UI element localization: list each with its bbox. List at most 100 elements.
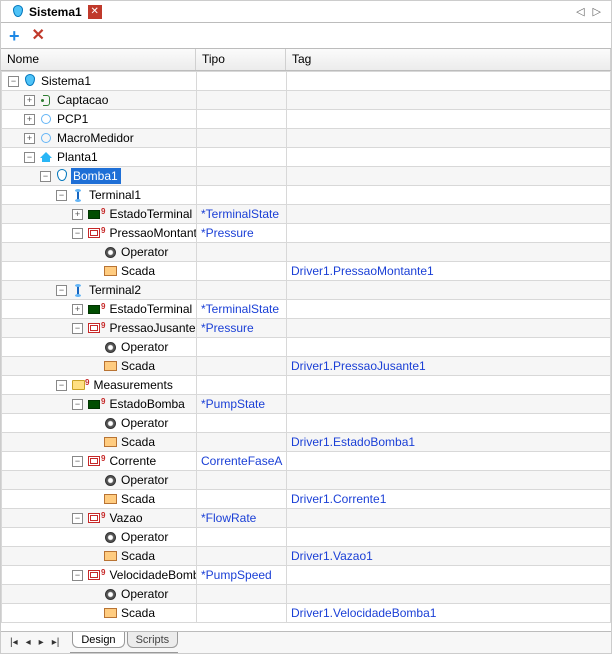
table-row[interactable]: +9EstadoTerminal*TerminalState [2, 205, 611, 224]
col-tipo[interactable]: Tipo [196, 49, 286, 70]
nav-prev-button[interactable]: ◂ [23, 637, 34, 648]
collapse-button[interactable]: − [8, 76, 19, 87]
table-row[interactable]: Operator [2, 243, 611, 262]
collapse-button[interactable]: − [56, 285, 67, 296]
collapse-button[interactable]: − [72, 323, 83, 334]
table-row[interactable]: Scada Driver1.EstadoBomba1 [2, 433, 611, 452]
collapse-button[interactable]: − [72, 513, 83, 524]
tipo-value[interactable]: *FlowRate [197, 511, 256, 525]
table-row[interactable]: + PCP1 [2, 110, 611, 129]
table-row[interactable]: Scada Driver1.VelocidadeBomba1 [2, 604, 611, 623]
table-row[interactable]: + Captacao [2, 91, 611, 110]
tipo-value[interactable]: *PumpSpeed [197, 568, 272, 582]
tag-value[interactable]: Driver1.Vazao1 [287, 549, 373, 563]
node-label[interactable]: Vazao [107, 511, 142, 525]
collapse-button[interactable]: − [40, 171, 51, 182]
node-label[interactable]: EstadoTerminal [107, 207, 192, 221]
node-label[interactable]: Operator [119, 416, 168, 430]
node-label[interactable]: Scada [119, 264, 155, 278]
table-row[interactable]: Scada Driver1.Corrente1 [2, 490, 611, 509]
add-button[interactable]: + [9, 27, 20, 45]
node-label[interactable]: Captacao [55, 93, 108, 107]
expand-button[interactable]: + [72, 304, 83, 315]
collapse-button[interactable]: − [24, 152, 35, 163]
node-label[interactable]: Operator [119, 340, 168, 354]
tipo-value[interactable]: *TerminalState [197, 207, 279, 221]
tag-value[interactable]: Driver1.Corrente1 [287, 492, 386, 506]
collapse-button[interactable]: − [72, 228, 83, 239]
node-label[interactable]: Operator [119, 473, 168, 487]
node-label[interactable]: Scada [119, 549, 155, 563]
table-row[interactable]: Operator [2, 585, 611, 604]
nav-last-button[interactable]: ▸| [49, 637, 63, 648]
expand-button[interactable]: + [24, 133, 35, 144]
table-row[interactable]: Scada Driver1.Vazao1 [2, 547, 611, 566]
table-row[interactable]: −9PressaoMontante*Pressure [2, 224, 611, 243]
table-row[interactable]: −9Measurements [2, 376, 611, 395]
node-label[interactable]: Measurements [91, 378, 172, 392]
expand-button[interactable]: + [24, 95, 35, 106]
node-label[interactable]: MacroMedidor [55, 131, 134, 145]
delete-button[interactable]: ✕ [32, 28, 45, 44]
table-row[interactable]: −9PressaoJusante*Pressure [2, 319, 611, 338]
node-label[interactable]: Scada [119, 606, 155, 620]
collapse-button[interactable]: − [72, 399, 83, 410]
table-row[interactable]: −9Vazao*FlowRate [2, 509, 611, 528]
expand-button[interactable]: + [24, 114, 35, 125]
close-icon[interactable]: ✕ [88, 5, 102, 19]
node-label[interactable]: EstadoTerminal [107, 302, 192, 316]
table-row[interactable]: Scada Driver1.PressaoJusante1 [2, 357, 611, 376]
tipo-value[interactable]: *Pressure [197, 226, 254, 240]
node-label[interactable]: Bomba1 [71, 168, 121, 184]
col-tag[interactable]: Tag [286, 49, 611, 70]
table-row[interactable]: Operator [2, 414, 611, 433]
tag-value[interactable]: Driver1.VelocidadeBomba1 [287, 606, 436, 620]
tag-value[interactable]: Driver1.EstadoBomba1 [287, 435, 415, 449]
node-label[interactable]: PressaoMontante [107, 226, 196, 240]
node-label[interactable]: Scada [119, 359, 155, 373]
table-row[interactable]: −Terminal1 [2, 186, 611, 205]
tag-value[interactable]: Driver1.PressaoJusante1 [287, 359, 426, 373]
collapse-button[interactable]: − [56, 380, 67, 391]
node-label[interactable]: PCP1 [55, 112, 88, 126]
node-label[interactable]: EstadoBomba [107, 397, 184, 411]
collapse-button[interactable]: − [56, 190, 67, 201]
node-label[interactable]: PressaoJusante [107, 321, 195, 335]
collapse-button[interactable]: − [72, 570, 83, 581]
nav-first-button[interactable]: |◂ [7, 637, 21, 648]
table-row[interactable]: Operator [2, 528, 611, 547]
table-row[interactable]: Operator [2, 338, 611, 357]
node-label[interactable]: VelocidadeBomba [107, 568, 196, 582]
table-row[interactable]: −9VelocidadeBomba*PumpSpeed [2, 566, 611, 585]
node-label[interactable]: Operator [119, 245, 168, 259]
tipo-value[interactable]: *TerminalState [197, 302, 279, 316]
table-row[interactable]: − Bomba1 [2, 167, 611, 186]
tipo-value[interactable]: *PumpState [197, 397, 265, 411]
tipo-value[interactable]: *Pressure [197, 321, 254, 335]
node-label[interactable]: Terminal2 [87, 283, 141, 297]
table-row[interactable]: +9EstadoTerminal*TerminalState [2, 300, 611, 319]
tab-next-button[interactable]: ▷ [593, 5, 601, 18]
node-label[interactable]: Operator [119, 587, 168, 601]
node-label[interactable]: Scada [119, 435, 155, 449]
node-label[interactable]: Sistema1 [39, 74, 91, 88]
footer-tab-scripts[interactable]: Scripts [127, 632, 179, 648]
expand-button[interactable]: + [72, 209, 83, 220]
node-label[interactable]: Scada [119, 492, 155, 506]
table-row[interactable]: − Sistema1 [2, 72, 611, 91]
tipo-value[interactable]: CorrenteFaseA [197, 454, 282, 468]
tab-prev-button[interactable]: ◁ [576, 5, 584, 18]
tag-value[interactable]: Driver1.PressaoMontante1 [287, 264, 434, 278]
tab-sistema1[interactable]: Sistema1 ✕ [5, 1, 108, 22]
nav-next-button[interactable]: ▸ [36, 637, 47, 648]
table-row[interactable]: − Terminal2 [2, 281, 611, 300]
node-label[interactable]: Operator [119, 530, 168, 544]
footer-tab-design[interactable]: Design [72, 632, 124, 648]
tree-scroll[interactable]: − Sistema1 + Captacao + PCP1 + MacroMedidor −Pla… [1, 71, 611, 631]
node-label[interactable]: Corrente [107, 454, 156, 468]
table-row[interactable]: −9CorrenteCorrenteFaseA [2, 452, 611, 471]
table-row[interactable]: Operator [2, 471, 611, 490]
table-row[interactable]: −9EstadoBomba*PumpState [2, 395, 611, 414]
table-row[interactable]: −Planta1 [2, 148, 611, 167]
collapse-button[interactable]: − [72, 456, 83, 467]
